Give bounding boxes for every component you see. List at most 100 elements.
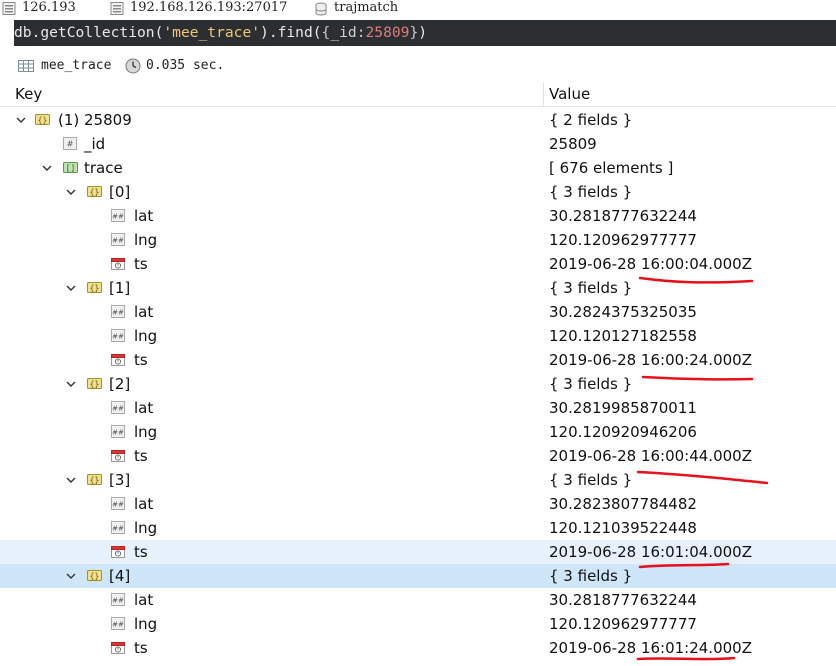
tree-row[interactable]: ## lng 120.120127182558 (0, 324, 836, 348)
object-icon: {} (35, 114, 50, 125)
chevron-down-icon[interactable] (15, 114, 27, 126)
query-suffix: ) (418, 24, 428, 41)
chevron-down-icon[interactable] (65, 570, 77, 582)
row-key: lng (134, 423, 158, 441)
query-id-value: 25809 (365, 24, 410, 41)
row-value: 30.2819985870011 (549, 399, 697, 417)
tree-row[interactable]: ts 2019-06-28 16:00:44.000Z (0, 444, 836, 468)
tree-row[interactable]: ## lat 30.2819985870011 (0, 396, 836, 420)
svg-text:#: # (67, 140, 74, 149)
row-value: 120.120127182558 (549, 327, 697, 345)
tree-row[interactable]: [] trace [ 676 elements ] (0, 156, 836, 180)
svg-text:##: ## (112, 428, 124, 436)
double-icon: ## (111, 233, 125, 246)
query-key: _id (330, 24, 357, 41)
tree-row[interactable]: {} [4] { 3 fields } (0, 564, 836, 588)
tree-row[interactable]: ## lng 120.120962977777 (0, 612, 836, 636)
row-value: 2019-06-28 16:00:04.000Z (549, 255, 752, 273)
row-key: _id (84, 135, 106, 153)
tree-row[interactable]: {} [0] { 3 fields } (0, 180, 836, 204)
database-label: trajmatch (334, 0, 399, 15)
svg-text:##: ## (112, 500, 124, 508)
collection-name: mee_trace (41, 58, 112, 73)
chevron-down-icon[interactable] (41, 162, 53, 174)
elapsed-time: 0.035 sec. (146, 58, 225, 73)
object-icon: {} (87, 474, 102, 485)
tree-row[interactable]: {} [3] { 3 fields } (0, 468, 836, 492)
row-value: 2019-06-28 16:00:44.000Z (549, 447, 752, 465)
row-key: [2] (109, 375, 131, 393)
double-icon: ## (111, 209, 125, 222)
svg-text:{}: {} (90, 476, 100, 485)
row-value: 2019-06-28 16:01:04.000Z (549, 543, 752, 561)
tree-row[interactable]: ts 2019-06-28 16:01:24.000Z (0, 636, 836, 660)
tree-row[interactable]: ## lat 30.2824375325035 (0, 300, 836, 324)
svg-text:{}: {} (90, 380, 100, 389)
connection-bar: 126.193 192.168.126.193:27017 trajmatch (0, 0, 836, 18)
row-key: trace (84, 159, 123, 177)
query-editor[interactable]: db.getCollection('mee_trace').find({_id:… (14, 20, 836, 46)
query-close-brace: } (409, 24, 419, 41)
query-colon: : (356, 24, 366, 41)
chevron-down-icon[interactable] (65, 378, 77, 390)
row-value: 30.2824375325035 (549, 303, 697, 321)
row-key: lat (134, 399, 154, 417)
tree-row[interactable]: ## lng 120.121039522448 (0, 516, 836, 540)
column-separator[interactable] (543, 82, 544, 106)
tree-row[interactable]: ts 2019-06-28 16:00:24.000Z (0, 348, 836, 372)
double-icon: ## (111, 497, 125, 510)
row-key: lng (134, 327, 158, 345)
svg-text:##: ## (112, 524, 124, 532)
row-key: ts (134, 639, 148, 657)
row-value: 30.2823807784482 (549, 495, 697, 513)
chevron-down-icon[interactable] (65, 474, 77, 486)
tree-row[interactable]: ## lat 30.2823807784482 (0, 492, 836, 516)
object-icon: {} (87, 570, 102, 581)
key-column-header[interactable]: Key (15, 85, 42, 103)
row-value: { 3 fields } (549, 471, 633, 489)
double-icon: ## (111, 425, 125, 438)
row-key: lng (134, 231, 158, 249)
row-value: 30.2818777632244 (549, 591, 697, 609)
tree-row[interactable]: ## lng 120.120962977777 (0, 228, 836, 252)
chevron-down-icon[interactable] (65, 282, 77, 294)
object-icon: {} (87, 282, 102, 293)
double-icon: ## (111, 521, 125, 534)
row-key: ts (134, 543, 148, 561)
date-icon (111, 642, 125, 654)
server-icon (110, 2, 124, 15)
row-value: 2019-06-28 16:00:24.000Z (549, 351, 752, 369)
chevron-down-icon[interactable] (65, 186, 77, 198)
server-address-label: 192.168.126.193:27017 (130, 0, 288, 15)
row-key: lng (134, 615, 158, 633)
double-icon: ## (111, 593, 125, 606)
row-value: { 3 fields } (549, 375, 633, 393)
tree-row[interactable]: {} (1) 25809 { 2 fields } (0, 108, 836, 132)
date-icon (111, 354, 125, 366)
query-prefix: db.getCollection( (14, 24, 164, 41)
row-value: 120.120962977777 (549, 615, 697, 633)
tree-row[interactable]: ## lng 120.120920946206 (0, 420, 836, 444)
svg-text:##: ## (112, 332, 124, 340)
value-column-header[interactable]: Value (549, 85, 590, 103)
row-key: ts (134, 447, 148, 465)
number-icon: # (63, 137, 77, 150)
results-header: Key Value (0, 82, 836, 107)
row-value: 2019-06-28 16:01:24.000Z (549, 639, 752, 657)
svg-text:##: ## (112, 236, 124, 244)
row-value: 120.121039522448 (549, 519, 697, 537)
tree-row[interactable]: ts 2019-06-28 16:00:04.000Z (0, 252, 836, 276)
tree-row[interactable]: ts 2019-06-28 16:01:04.000Z (0, 540, 836, 564)
svg-text:{}: {} (90, 188, 100, 197)
tree-row[interactable]: {} [1] { 3 fields } (0, 276, 836, 300)
tree-row[interactable]: # _id 25809 (0, 132, 836, 156)
clock-icon (125, 58, 141, 74)
svg-text:##: ## (112, 596, 124, 604)
tree-row[interactable]: {} [2] { 3 fields } (0, 372, 836, 396)
tree-row[interactable]: ## lat 30.2818777632244 (0, 588, 836, 612)
tree-row[interactable]: ## lat 30.2818777632244 (0, 204, 836, 228)
row-value: { 3 fields } (549, 567, 633, 585)
row-value: 30.2818777632244 (549, 207, 697, 225)
server-icon (2, 2, 16, 15)
date-icon (111, 546, 125, 558)
